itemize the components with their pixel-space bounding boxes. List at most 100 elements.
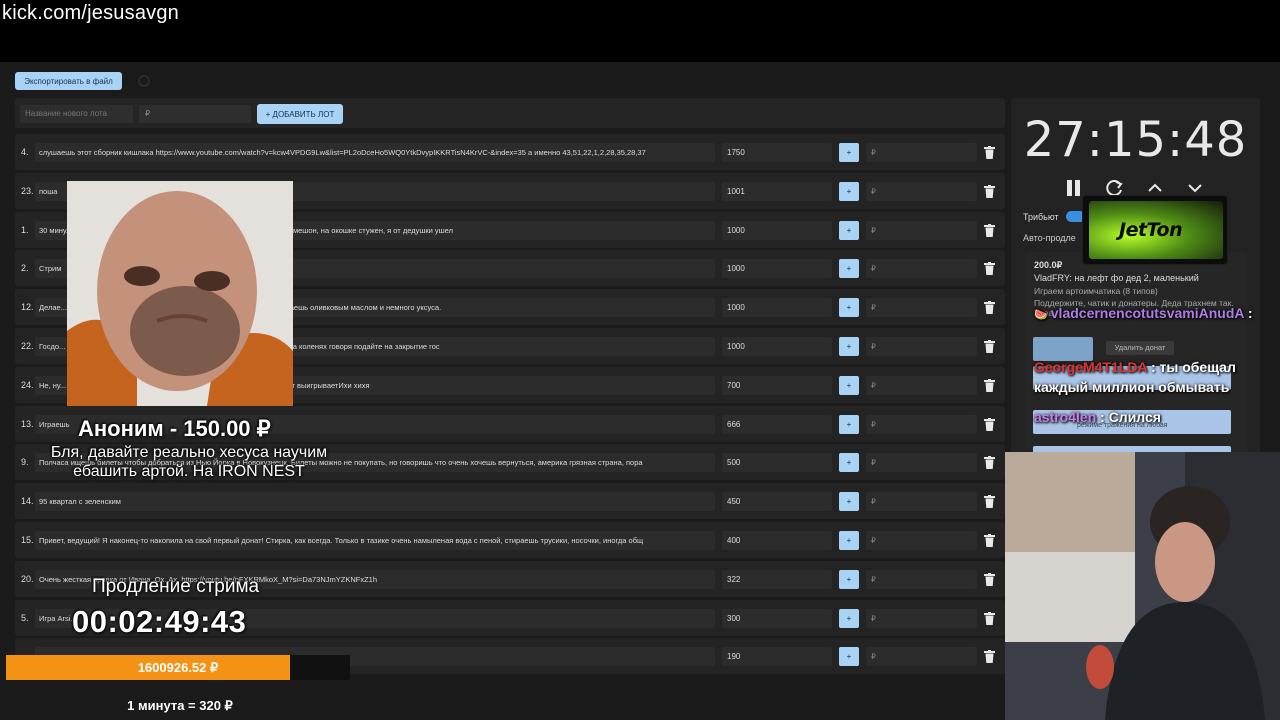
- lot-amount-field[interactable]: 666: [722, 414, 832, 434]
- donation-author-line: VladFRY: на лефт фо дед 2, маленький: [1034, 273, 1199, 283]
- trash-icon[interactable]: [984, 495, 995, 509]
- lot-amount-field[interactable]: 1000: [722, 337, 832, 356]
- donation-line: Играем артоимчатика (8 типов): [1034, 286, 1158, 296]
- stream-extension-label: Продление стрима: [92, 576, 260, 597]
- trash-icon[interactable]: [984, 184, 995, 198]
- lot-amount-field[interactable]: 400: [722, 531, 832, 550]
- chat-message: astro4len : Слился: [1034, 409, 1280, 425]
- lot-add-button[interactable]: +: [839, 414, 859, 434]
- lot-number: 1.: [21, 224, 29, 235]
- lot-add-button[interactable]: +: [839, 259, 859, 279]
- donation-alert-message: Бля, давайте реально хесуса научим ебаши…: [50, 444, 328, 480]
- lot-amount-field[interactable]: 1000: [722, 298, 832, 318]
- lot-add-button[interactable]: +: [839, 220, 859, 240]
- lot-add-amount-input[interactable]: ₽: [866, 531, 977, 550]
- chat-badge-icon: 🍉: [1034, 309, 1051, 321]
- lot-add-button[interactable]: +: [839, 492, 859, 512]
- donation-amount: 200.0₽: [1034, 260, 1063, 270]
- donor-webcam-image: [67, 181, 293, 406]
- tributes-label: Трибьют: [1023, 212, 1059, 222]
- lot-amount-field[interactable]: 190: [722, 647, 832, 667]
- chat-nick: GeorgeM4T1LDA: [1034, 359, 1148, 375]
- lot-amount-field[interactable]: 500: [722, 453, 832, 473]
- pause-icon[interactable]: [1064, 178, 1084, 198]
- lot-number: 22.: [21, 341, 34, 351]
- lot-add-amount-input[interactable]: ₽: [866, 647, 977, 667]
- lot-add-amount-input[interactable]: ₽: [866, 220, 977, 240]
- lot-add-button[interactable]: +: [839, 181, 859, 201]
- lot-amount-field[interactable]: 1000: [722, 220, 832, 240]
- lot-add-amount-input[interactable]: ₽: [866, 375, 977, 395]
- lot-add-amount-input[interactable]: ₽: [866, 492, 977, 512]
- lot-add-amount-input[interactable]: ₽: [866, 414, 977, 434]
- lot-number: 24.: [21, 379, 34, 390]
- chat-nick: astro4len: [1034, 409, 1097, 425]
- lot-add-button[interactable]: +: [839, 298, 859, 318]
- lot-name-field[interactable]: 95 квартал с зеленским: [35, 492, 715, 512]
- lot-add-amount-input[interactable]: ₽: [866, 608, 977, 628]
- chat-text: : Слился: [1100, 409, 1161, 425]
- lot-number: 15.: [21, 535, 34, 545]
- trash-icon[interactable]: [984, 146, 995, 159]
- lot-number: 14.: [21, 496, 34, 507]
- lot-name-field[interactable]: Привет, ведущий! Я наконец-то накопила н…: [35, 531, 715, 550]
- stream-extension-timer: 00:02:49:43: [72, 604, 247, 639]
- chat-message: GeorgeM4T1LDA : ты обещал каждый миллион…: [1034, 357, 1280, 397]
- lot-add-amount-input[interactable]: ₽: [866, 569, 977, 589]
- lot-amount-field[interactable]: 1750: [722, 143, 832, 162]
- trash-icon[interactable]: [984, 262, 995, 276]
- donations-total: 1600926.52 ₽: [137, 660, 219, 675]
- trash-icon[interactable]: [984, 534, 995, 547]
- lot-amount-field[interactable]: 700: [722, 375, 832, 395]
- lot-add-button[interactable]: +: [839, 569, 859, 589]
- lot-row: 4. слушаешь этот сборник кишлака https://…: [15, 134, 1005, 170]
- trash-icon[interactable]: [984, 417, 995, 431]
- jetton-logo-background: JetTon: [1089, 201, 1223, 259]
- delete-donation-button[interactable]: Удалить донат: [1106, 341, 1174, 355]
- jetton-logo-text: JetTon: [1119, 219, 1183, 241]
- trash-icon[interactable]: [984, 301, 995, 315]
- trash-icon[interactable]: [984, 340, 995, 353]
- trash-icon[interactable]: [984, 223, 995, 237]
- lot-add-button[interactable]: +: [839, 531, 859, 550]
- new-lot-price-input[interactable]: ₽: [139, 105, 251, 123]
- lot-add-amount-input[interactable]: ₽: [866, 259, 977, 279]
- trash-icon[interactable]: [984, 572, 995, 586]
- lot-number: 4.: [21, 147, 29, 157]
- lot-add-button[interactable]: +: [839, 647, 859, 667]
- lot-amount-field[interactable]: 1001: [722, 181, 832, 201]
- lot-add-button[interactable]: +: [839, 337, 859, 356]
- lot-add-button[interactable]: +: [839, 608, 859, 628]
- loading-spinner-icon: [138, 75, 150, 87]
- lot-add-amount-input[interactable]: ₽: [866, 181, 977, 201]
- minute-rate: 1 минута = 320 ₽: [127, 698, 233, 713]
- lot-add-button[interactable]: +: [839, 375, 859, 395]
- lot-amount-field[interactable]: 322: [722, 569, 832, 589]
- url-text: kick.com/jesusavgn: [2, 2, 179, 24]
- lot-add-button[interactable]: +: [839, 143, 859, 162]
- trash-icon[interactable]: [984, 650, 995, 664]
- jetton-logo: JetTon: [1082, 195, 1228, 265]
- lot-number: 23.: [21, 185, 34, 196]
- add-lot-button[interactable]: + ДОБАВИТЬ ЛОТ: [257, 104, 343, 124]
- trash-icon[interactable]: [984, 378, 995, 392]
- lot-add-amount-input[interactable]: ₽: [866, 453, 977, 473]
- new-lot-name-input[interactable]: Название нового лота: [20, 105, 133, 123]
- auto-extend-label: Авто-продле: [1023, 233, 1076, 243]
- streamer-webcam-image: [1005, 452, 1280, 720]
- chat-text: :: [1247, 305, 1253, 321]
- lot-amount-field[interactable]: 300: [722, 608, 832, 628]
- lot-amount-field[interactable]: 1000: [722, 259, 832, 279]
- lot-add-amount-input[interactable]: ₽: [866, 143, 977, 162]
- lot-add-amount-input[interactable]: ₽: [866, 298, 977, 318]
- lot-number: 13.: [21, 418, 34, 429]
- trash-icon[interactable]: [984, 456, 995, 470]
- lot-amount-field[interactable]: 450: [722, 492, 832, 512]
- auction-timer: 27:15:48: [1023, 112, 1248, 168]
- trash-icon[interactable]: [984, 611, 995, 625]
- export-button[interactable]: Экспортировать в файл: [15, 72, 122, 90]
- lot-add-button[interactable]: +: [839, 453, 859, 473]
- lot-add-amount-input[interactable]: ₽: [866, 337, 977, 356]
- lot-name-field[interactable]: слушаешь этот сборник кишлака https://ww…: [35, 143, 715, 162]
- lot-row: 15. Привет, ведущий! Я наконец-то накопил…: [15, 522, 1005, 558]
